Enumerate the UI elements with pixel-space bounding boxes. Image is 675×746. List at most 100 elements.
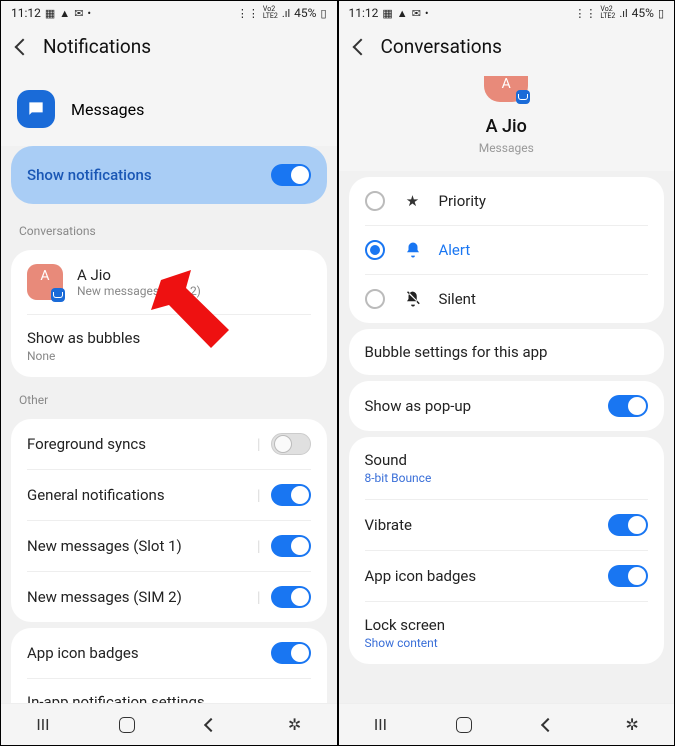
- show-as-bubbles-sub: None: [27, 349, 55, 363]
- option-alert-label: Alert: [439, 241, 471, 259]
- in-app-settings-label: In-app notification settings: [27, 693, 205, 703]
- new-messages-slot1-row[interactable]: New messages (Slot 1) |: [11, 521, 327, 571]
- sound-row[interactable]: Sound 8-bit Bounce: [349, 437, 665, 499]
- conversation-row[interactable]: A A Jio New messages (SIM 2): [11, 250, 327, 314]
- nav-recents[interactable]: III: [366, 711, 394, 739]
- nav-accessibility[interactable]: ✲: [281, 711, 309, 739]
- status-more-icon: •: [87, 7, 91, 20]
- sound-label: Sound: [365, 451, 407, 469]
- app-icon-badges-row[interactable]: App icon badges: [349, 551, 665, 601]
- app-name: Messages: [71, 100, 144, 119]
- nav-accessibility[interactable]: ✲: [618, 711, 646, 739]
- app-icon-badges-row[interactable]: App icon badges: [11, 628, 327, 678]
- wifi-icon: ⋮⋮: [237, 7, 259, 20]
- new-messages-sim2-label: New messages (SIM 2): [27, 588, 182, 606]
- status-bar: 11:12 ▦ ▲ ✉ • ⋮⋮ Vo2LTE2 .ıl 45% ▯: [339, 1, 675, 25]
- nav-home[interactable]: [113, 711, 141, 739]
- nav-home[interactable]: [450, 711, 478, 739]
- lock-screen-label: Lock screen: [365, 616, 446, 634]
- bubble-settings-row[interactable]: Bubble settings for this app: [349, 329, 665, 375]
- status-chat-icon: ✉: [74, 7, 83, 20]
- foreground-syncs-toggle[interactable]: [271, 433, 311, 455]
- bell-off-icon: [403, 290, 423, 308]
- contact-header: A A Jio Messages: [339, 76, 675, 171]
- lock-screen-row[interactable]: Lock screen Show content: [349, 602, 665, 664]
- bell-icon: [403, 241, 423, 259]
- new-messages-sim2-toggle[interactable]: [271, 586, 311, 608]
- nav-recents[interactable]: III: [29, 711, 57, 739]
- status-time: 11:12: [11, 6, 41, 20]
- contact-avatar: A: [484, 76, 528, 102]
- status-app-icon: ▦: [382, 7, 392, 20]
- section-other: Other: [1, 383, 337, 413]
- status-chat-icon: ✉: [412, 7, 421, 20]
- signal-icon: .ıl: [282, 7, 290, 20]
- foreground-syncs-row[interactable]: Foreground syncs |: [11, 419, 327, 469]
- option-priority-label: Priority: [439, 192, 486, 210]
- show-notifications-row[interactable]: Show notifications: [11, 146, 327, 204]
- option-silent-label: Silent: [439, 290, 476, 308]
- show-popup-toggle[interactable]: [608, 395, 648, 417]
- radio-silent[interactable]: [365, 289, 385, 309]
- vibrate-label: Vibrate: [365, 516, 412, 534]
- app-icon-badges-label: App icon badges: [27, 644, 139, 662]
- new-messages-slot1-label: New messages (Slot 1): [27, 537, 182, 555]
- new-messages-sim2-row[interactable]: New messages (SIM 2) |: [11, 572, 327, 622]
- show-popup-row[interactable]: Show as pop-up: [349, 381, 665, 431]
- contact-avatar: A: [27, 264, 63, 300]
- signal-icon: .ıl: [619, 7, 627, 20]
- battery-pct: 45%: [294, 6, 316, 20]
- messages-app-icon: [17, 90, 55, 128]
- phone-right: 11:12 ▦ ▲ ✉ • ⋮⋮ Vo2LTE2 .ıl 45% ▯ Conve…: [338, 0, 675, 746]
- back-icon[interactable]: [15, 38, 32, 55]
- general-notifications-toggle[interactable]: [271, 484, 311, 506]
- status-app-icon: ▲: [397, 7, 408, 20]
- back-icon[interactable]: [352, 38, 369, 55]
- status-app-icon: ▦: [45, 7, 55, 20]
- general-notifications-label: General notifications: [27, 486, 165, 504]
- option-priority[interactable]: ★ Priority: [349, 177, 665, 225]
- in-app-settings-row[interactable]: In-app notification settings: [11, 679, 327, 703]
- bubble-settings-label: Bubble settings for this app: [365, 343, 548, 361]
- battery-pct: 45%: [632, 6, 654, 20]
- app-header-row[interactable]: Messages: [1, 76, 337, 146]
- section-conversations: Conversations: [1, 214, 337, 244]
- header: Conversations: [339, 25, 675, 76]
- radio-priority[interactable]: [365, 191, 385, 211]
- vibrate-row[interactable]: Vibrate: [349, 500, 665, 550]
- status-more-icon: •: [425, 7, 429, 20]
- navigation-bar: III ✲: [1, 703, 337, 745]
- lock-screen-value: Show content: [365, 636, 438, 650]
- network-label: Vo2LTE2: [263, 6, 278, 20]
- battery-icon: ▯: [320, 7, 326, 20]
- general-notifications-row[interactable]: General notifications |: [11, 470, 327, 520]
- navigation-bar: III ✲: [339, 703, 675, 745]
- header: Notifications: [1, 25, 337, 76]
- status-time: 11:12: [349, 6, 379, 20]
- option-silent[interactable]: Silent: [349, 275, 665, 323]
- page-title: Notifications: [43, 35, 151, 58]
- vibrate-toggle[interactable]: [608, 514, 648, 536]
- radio-alert[interactable]: [365, 240, 385, 260]
- battery-icon: ▯: [658, 7, 664, 20]
- show-notifications-toggle[interactable]: [271, 164, 311, 186]
- status-app-icon: ▲: [59, 7, 70, 20]
- contact-app: Messages: [339, 141, 675, 155]
- app-icon-badges-label: App icon badges: [365, 567, 477, 585]
- new-messages-slot1-toggle[interactable]: [271, 535, 311, 557]
- nav-back[interactable]: [534, 711, 562, 739]
- sound-value: 8-bit Bounce: [365, 471, 432, 485]
- show-as-bubbles-row[interactable]: Show as bubbles None: [11, 315, 327, 377]
- option-alert[interactable]: Alert: [349, 226, 665, 274]
- conversation-sub: New messages (SIM 2): [77, 284, 201, 298]
- foreground-syncs-label: Foreground syncs: [27, 435, 146, 453]
- app-icon-badges-toggle[interactable]: [608, 565, 648, 587]
- network-label: Vo2LTE2: [600, 6, 615, 20]
- star-icon: ★: [403, 192, 423, 210]
- nav-back[interactable]: [197, 711, 225, 739]
- contact-name: A Jio: [339, 116, 675, 137]
- page-title: Conversations: [381, 35, 502, 58]
- show-popup-label: Show as pop-up: [365, 397, 472, 415]
- status-bar: 11:12 ▦ ▲ ✉ • ⋮⋮ Vo2LTE2 .ıl 45% ▯: [1, 1, 337, 25]
- app-icon-badges-toggle[interactable]: [271, 642, 311, 664]
